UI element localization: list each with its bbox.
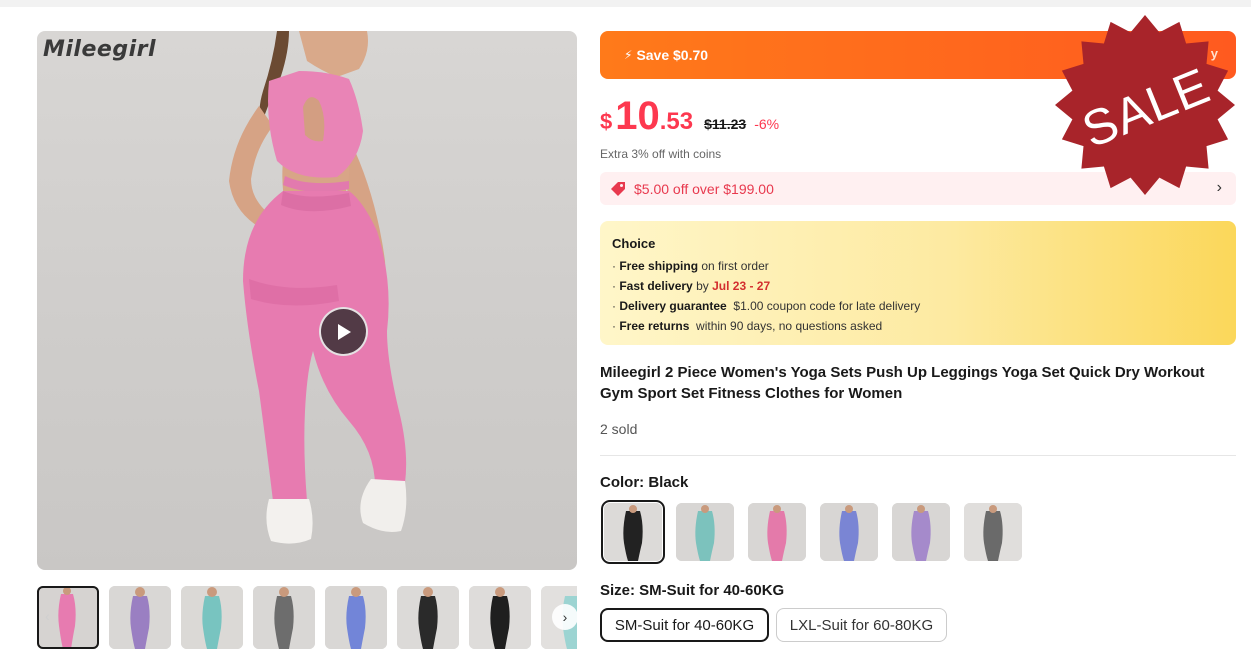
thumbnail-strip: ‹ ›: [37, 586, 577, 650]
divider: [600, 455, 1236, 456]
color-swatch-purple[interactable]: [892, 503, 950, 561]
thumbnail-2[interactable]: [109, 586, 171, 649]
color-swatch-gray[interactable]: [964, 503, 1022, 561]
play-video-button[interactable]: [319, 307, 368, 356]
thumbnail-next-arrow[interactable]: ›: [552, 604, 577, 630]
coupon-tag-icon: [610, 181, 626, 197]
color-swatch-teal[interactable]: [676, 503, 734, 561]
coins-note: Extra 3% off with coins: [600, 147, 722, 161]
thumbnail-7[interactable]: [469, 586, 531, 649]
price-decimal: .53: [659, 108, 694, 135]
benefit-free-returns: · Free returns within 90 days, no questi…: [612, 319, 883, 333]
lightning-icon: ⚡: [624, 48, 633, 62]
thumbnail-3[interactable]: [181, 586, 243, 649]
color-swatch-black[interactable]: [601, 500, 665, 564]
price-row: $ 10 .53 $11.23 -6%: [600, 94, 779, 138]
color-swatch-pink[interactable]: [748, 503, 806, 561]
thumbnail-6[interactable]: [397, 586, 459, 649]
thumbnail-4[interactable]: [253, 586, 315, 649]
original-price: $11.23: [704, 116, 747, 132]
sale-badge: SALE: [1055, 15, 1235, 195]
top-bar: [0, 0, 1251, 7]
price-currency: $: [600, 109, 613, 134]
main-product-image[interactable]: Mileegirl: [37, 31, 577, 570]
benefit-delivery-guarantee: · Delivery guarantee $1.00 coupon code f…: [612, 299, 921, 313]
color-swatch-blue[interactable]: [820, 503, 878, 561]
coupon-text: $5.00 off over $199.00: [634, 180, 774, 197]
thumbnail-prev-arrow[interactable]: ‹: [45, 608, 50, 624]
thumbnail-5[interactable]: [325, 586, 387, 649]
color-label: Color: Black: [600, 474, 689, 491]
product-title: Mileegirl 2 Piece Women's Yoga Sets Push…: [600, 364, 1205, 402]
size-option-sm[interactable]: SM-Suit for 40-60KG: [600, 608, 769, 642]
play-icon: [337, 323, 351, 340]
discount-percent: -6%: [754, 116, 780, 132]
size-label: Size: SM-Suit for 40-60KG: [600, 582, 785, 599]
benefit-free-shipping: · Free shipping on first order: [612, 259, 769, 273]
delivery-date: Jul 23 - 27: [712, 279, 771, 293]
save-amount: Save $0.70: [636, 47, 709, 63]
sold-count: 2 sold: [600, 421, 638, 437]
size-option-lxl[interactable]: LXL-Suit for 60-80KG: [776, 608, 947, 642]
choice-title: Choice: [612, 236, 656, 251]
benefit-fast-delivery: · Fast delivery by Jul 23 - 27: [612, 279, 771, 293]
choice-benefits-box: Choice · Free shipping on first order · …: [600, 221, 1236, 345]
brand-logo: Mileegirl: [43, 37, 156, 62]
model-photo: [229, 31, 407, 544]
price-integer: 10: [615, 94, 660, 138]
